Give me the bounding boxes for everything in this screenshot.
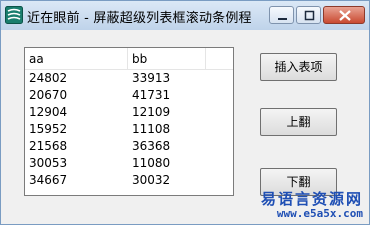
cell-bb: 33913 [132,71,171,85]
close-icon [339,10,351,21]
cell-aa: 34667 [29,173,68,187]
app-window: 近在眼前 - 屏蔽超级列表框滚动条例程 aa bb 24802 33913 20… [0,0,370,225]
site-watermark: 易语言资源网 www.e5a5x.com [261,190,363,220]
list-header: aa bb [25,48,233,70]
watermark-url: www.e5a5x.com [276,207,363,220]
cell-bb: 11080 [132,156,171,170]
cell-aa: 12904 [29,105,68,119]
table-row[interactable]: 24802 33913 [25,70,233,87]
minimize-button[interactable] [269,6,294,24]
super-list-box[interactable]: aa bb 24802 33913 20670 41731 12904 1210… [24,47,234,196]
cell-bb: 30032 [132,173,171,187]
cell-aa: 20670 [29,88,68,102]
cell-bb: 11108 [132,122,171,136]
watermark-chinese: 易语言资源网 [260,190,363,208]
cell-bb: 36368 [132,139,171,153]
minimize-icon [278,18,287,20]
app-logo-icon [5,6,23,24]
cell-aa: 30053 [29,156,68,170]
table-row[interactable]: 20670 41731 [25,87,233,104]
table-row[interactable]: 30053 11080 [25,155,233,172]
table-row[interactable]: 21568 36368 [25,138,233,155]
cell-aa: 21568 [29,139,68,153]
cell-bb: 12109 [132,105,171,119]
insert-item-button[interactable]: 插入表项 [260,53,337,81]
page-up-button[interactable]: 上翻 [260,108,337,136]
column-header-aa[interactable]: aa [25,48,128,70]
title-bar[interactable]: 近在眼前 - 屏蔽超级列表框滚动条例程 [1,1,369,30]
table-row[interactable]: 15952 11108 [25,121,233,138]
window-title: 近在眼前 - 屏蔽超级列表框滚动条例程 [27,11,252,26]
cell-aa: 24802 [29,71,68,85]
cell-bb: 41731 [132,88,171,102]
cell-aa: 15952 [29,122,68,136]
maximize-icon [304,10,315,21]
maximize-button[interactable] [296,6,321,24]
table-row[interactable]: 12904 12109 [25,104,233,121]
close-button[interactable] [323,6,365,24]
table-row[interactable]: 34667 30032 [25,172,233,189]
column-header-bb[interactable]: bb [128,48,206,70]
